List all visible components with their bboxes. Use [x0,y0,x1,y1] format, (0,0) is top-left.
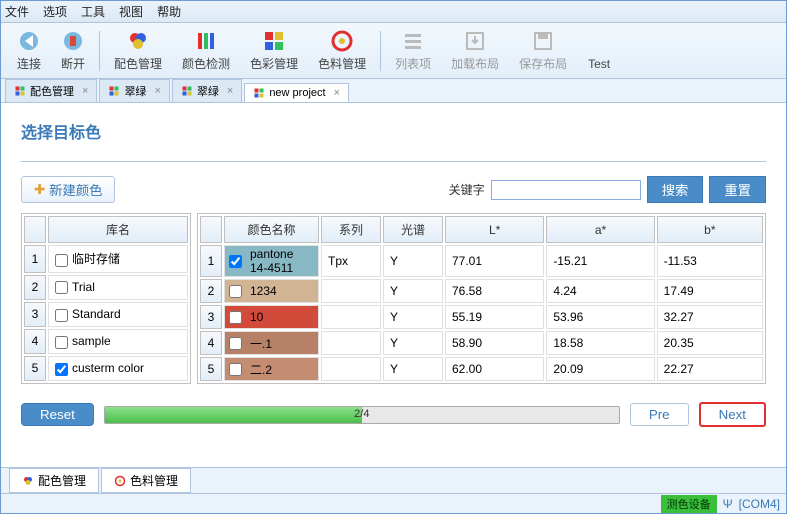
device-status: 测色设备 [661,495,717,513]
load-layout-button[interactable]: 加载布局 [441,27,509,74]
status-bar: 测色设备 Ψ [COM4] [1,493,786,513]
tab-icon [181,85,193,97]
bottom-tab-bar: 配色管理 色料管理 [1,467,786,493]
progress-label: 2/4 [354,408,369,420]
menu-options[interactable]: 选项 [43,3,67,20]
col-name: 颜色名称 [224,216,319,243]
search-button[interactable]: 搜索 [647,176,704,203]
col-spectrum: 光谱 [383,216,443,243]
col-L: L* [445,216,544,243]
color-row[interactable]: 310Y55.1953.9632.27 [200,305,763,329]
color-checkbox[interactable] [229,363,242,376]
disconnect-button[interactable]: 断开 [51,27,95,74]
close-icon[interactable]: × [334,87,340,99]
close-icon[interactable]: × [227,85,233,97]
menu-help[interactable]: 帮助 [157,3,181,20]
menu-bar: 文件 选项 工具 视图 帮助 [1,1,786,23]
close-icon[interactable]: × [82,85,88,97]
progress-bar: 2/4 [104,406,620,424]
load-icon [463,29,487,53]
tab-bar: 配色管理×翠绿×翠绿×new project× [1,79,786,103]
library-table: 库名 1临时存储2Trial3Standard4sample5custerm c… [21,213,191,384]
palette-icon [126,29,150,53]
color-checkbox[interactable] [229,285,242,298]
lib-checkbox[interactable] [55,336,68,349]
col-b: b* [657,216,763,243]
page-content: 选择目标色 ✚新建颜色 关键字 搜索 重置 库名 1临时存储2Trial3Sta… [1,103,786,435]
tab-icon [14,85,26,97]
next-button[interactable]: Next [699,402,766,427]
lib-checkbox[interactable] [55,363,68,376]
tab-0[interactable]: 配色管理× [5,79,97,102]
menu-view[interactable]: 视图 [119,3,143,20]
reset-button[interactable]: Reset [21,403,94,426]
new-color-button[interactable]: ✚新建颜色 [21,176,115,203]
list-button[interactable]: 列表项 [385,27,441,74]
bottom-tab-material[interactable]: 色料管理 [101,468,191,493]
lib-checkbox[interactable] [55,281,68,294]
list-icon [401,29,425,53]
color-row[interactable]: 1pantone 14-4511TpxY77.01-15.21-11.53 [200,245,763,277]
tab-3[interactable]: new project× [244,83,349,102]
keyword-input[interactable] [491,180,641,200]
usb-icon: Ψ [723,497,733,511]
color-mgmt-button[interactable]: 配色管理 [104,27,172,74]
lib-checkbox[interactable] [55,309,68,322]
toolbar: 连接 断开 配色管理 颜色检测 色彩管理 色料管理 列表项 加载布局 保存布局 … [1,23,786,79]
lib-row[interactable]: 2Trial [24,275,188,300]
color-row[interactable]: 21234Y76.584.2417.49 [200,279,763,303]
test-button[interactable]: Test [577,29,621,73]
lib-header: 库名 [48,216,188,243]
grid-icon [262,29,286,53]
color-checkbox[interactable] [229,337,242,350]
disconnect-icon [61,29,85,53]
color-checkbox[interactable] [229,255,242,268]
plus-icon: ✚ [34,182,45,198]
reset-filter-button[interactable]: 重置 [709,176,766,203]
tab-icon [253,87,265,99]
tab-1[interactable]: 翠绿× [99,79,169,102]
material-icon [114,475,126,487]
color-admin-button[interactable]: 色彩管理 [240,27,308,74]
material-icon [330,29,354,53]
port-label: [COM4] [739,497,780,511]
color-row[interactable]: 5二.2Y62.0020.0922.27 [200,357,763,381]
color-table: 颜色名称 系列 光谱 L* a* b* 1pantone 14-4511TpxY… [197,213,766,384]
lib-row[interactable]: 4sample [24,329,188,354]
lib-row[interactable]: 1临时存储 [24,245,188,273]
lib-checkbox[interactable] [55,254,68,267]
tab-2[interactable]: 翠绿× [172,79,242,102]
connect-icon [17,29,41,53]
color-row[interactable]: 4一.1Y58.9018.5820.35 [200,331,763,355]
menu-tools[interactable]: 工具 [81,3,105,20]
save-icon [531,29,555,53]
close-icon[interactable]: × [154,85,160,97]
detect-icon [194,29,218,53]
page-title: 选择目标色 [21,119,766,143]
palette-icon [22,475,34,487]
bottom-tab-color[interactable]: 配色管理 [9,468,99,493]
menu-file[interactable]: 文件 [5,3,29,20]
tab-icon [108,85,120,97]
lib-row[interactable]: 3Standard [24,302,188,327]
pre-button[interactable]: Pre [630,403,689,426]
color-detect-button[interactable]: 颜色检测 [172,27,240,74]
color-checkbox[interactable] [229,311,242,324]
save-layout-button[interactable]: 保存布局 [509,27,577,74]
connect-button[interactable]: 连接 [7,27,51,74]
lib-row[interactable]: 5custerm color [24,356,188,381]
keyword-label: 关键字 [449,181,485,198]
col-a: a* [546,216,654,243]
col-series: 系列 [321,216,381,243]
material-mgmt-button[interactable]: 色料管理 [308,27,376,74]
